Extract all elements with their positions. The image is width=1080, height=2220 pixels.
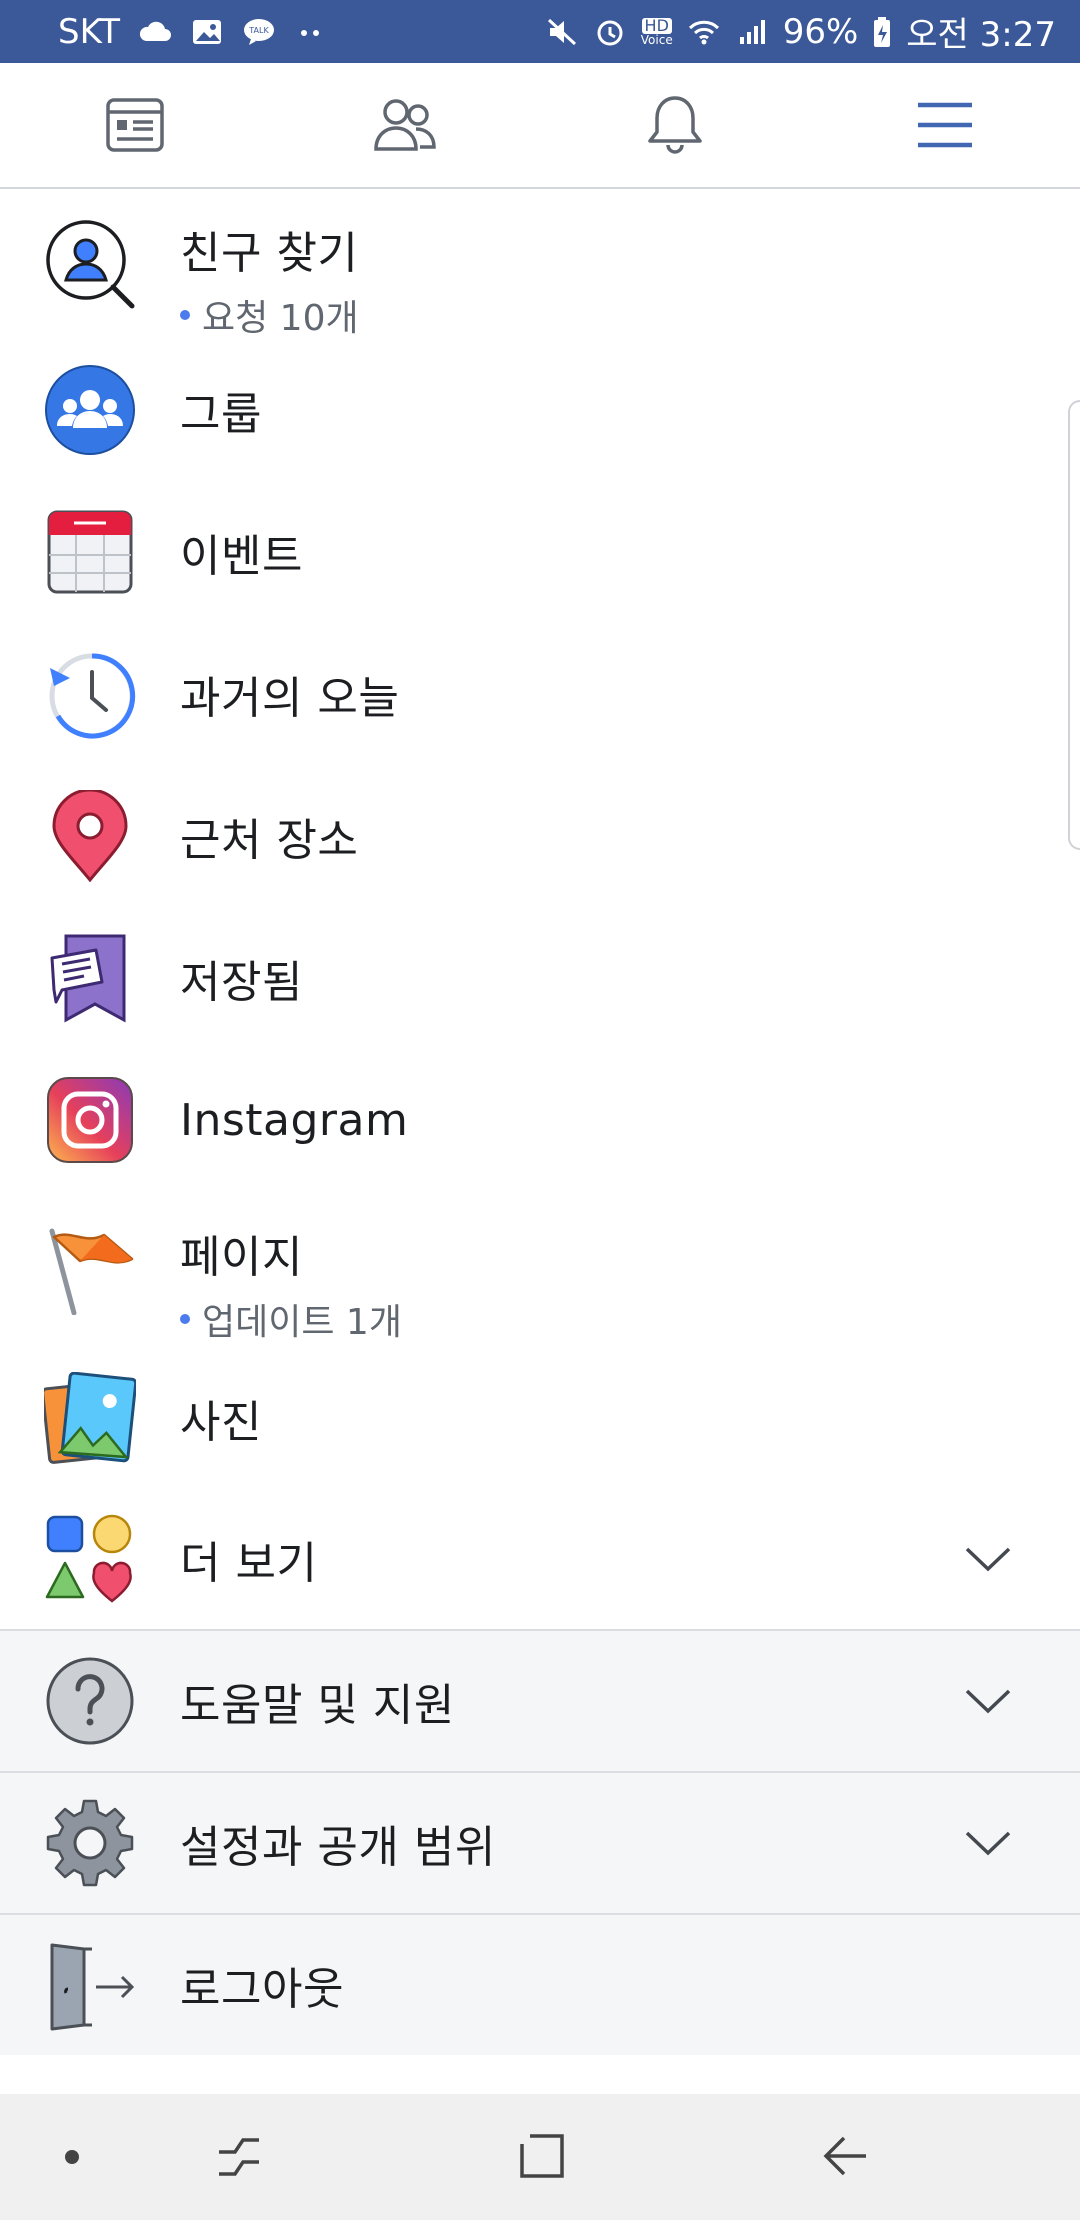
menu-section-settings[interactable]: 설정과 공개 범위 — [0, 1771, 1080, 1913]
find-friends-icon — [46, 220, 135, 309]
chevron-down-icon[interactable] — [964, 1545, 1012, 1573]
menu-item-label: 사진 — [180, 1397, 262, 1448]
menu-item-label: 더 보기 — [180, 1538, 318, 1589]
logout-icon — [50, 1943, 135, 2031]
tab-menu[interactable] — [810, 63, 1080, 187]
menu-list: 친구 찾기 요청 10개 그룹 이벤트 과거의 오늘 근처 장소 저장됨 Ins… — [0, 189, 1080, 2055]
tab-news-feed[interactable] — [0, 63, 270, 187]
top-navigation — [0, 63, 1080, 189]
groups-icon — [45, 365, 135, 455]
tab-notifications[interactable] — [540, 63, 810, 187]
talk-icon: TALK — [244, 18, 275, 45]
menu-item-events[interactable]: 이벤트 — [0, 481, 1080, 623]
menu-item-label: 그룹 — [180, 389, 262, 440]
nearby-places-icon — [52, 790, 128, 882]
status-bar: SKT TALK HD Voice 96% 오전 3:27 — [0, 0, 1080, 63]
chevron-down-icon[interactable] — [964, 1687, 1012, 1715]
menu-item-subtext: 업데이트 1개 — [180, 1293, 402, 1345]
menu-section-label: 도움말 및 지원 — [180, 1680, 455, 1731]
menu-item-label: 친구 찾기 — [180, 228, 359, 279]
menu-icon — [918, 102, 972, 148]
notification-dot — [180, 310, 190, 320]
menu-section-label: 로그아웃 — [180, 1964, 344, 2015]
saved-icon — [50, 934, 126, 1023]
signal-icon — [739, 19, 765, 44]
svg-text:TALK: TALK — [248, 26, 269, 35]
menu-item-nearby-places[interactable]: 근처 장소 — [0, 765, 1080, 907]
menu-item-pages[interactable]: 페이지 업데이트 1개 — [0, 1191, 1080, 1347]
more-dots-icon — [301, 29, 320, 36]
menu-item-find-friends[interactable]: 친구 찾기 요청 10개 — [0, 189, 1080, 339]
see-more-icon — [45, 1514, 132, 1603]
home-dot-icon[interactable] — [62, 2147, 82, 2167]
battery-percent: 96% — [782, 11, 859, 52]
alarm-icon — [597, 20, 623, 45]
wifi-icon — [688, 20, 719, 44]
menu-item-see-more[interactable]: 더 보기 — [0, 1489, 1080, 1629]
menu-section-help[interactable]: 도움말 및 지원 — [0, 1629, 1080, 1771]
hd-voice-badge: HD Voice — [640, 15, 673, 47]
memories-icon — [49, 653, 136, 739]
mute-icon — [547, 18, 576, 45]
menu-item-label: 근처 장소 — [180, 815, 359, 866]
menu-item-groups[interactable]: 그룹 — [0, 339, 1080, 481]
menu-item-label: 이벤트 — [180, 531, 303, 582]
system-navigation-bar — [0, 2094, 1080, 2220]
image-icon — [193, 19, 222, 44]
notification-dot — [180, 1314, 190, 1324]
instagram-icon — [47, 1077, 133, 1163]
events-icon — [47, 510, 133, 594]
menu-item-memories[interactable]: 과거의 오늘 — [0, 623, 1080, 765]
settings-icon — [46, 1799, 134, 1887]
clock: 오전 3:27 — [906, 15, 1056, 55]
photos-icon — [44, 1372, 136, 1464]
menu-item-label: Instagram — [180, 1094, 409, 1146]
friends-icon — [374, 99, 436, 151]
tab-friends[interactable] — [270, 63, 540, 187]
menu-section-label: 설정과 공개 범위 — [180, 1822, 496, 1873]
overview-icon[interactable] — [518, 2132, 566, 2180]
news-feed-icon — [106, 98, 164, 152]
menu-item-saved[interactable]: 저장됨 — [0, 907, 1080, 1049]
notifications-icon — [648, 96, 702, 154]
menu-item-label: 저장됨 — [180, 957, 303, 1008]
cloud-icon — [139, 21, 172, 41]
menu-item-label: 페이지 — [180, 1232, 303, 1283]
battery-icon — [874, 16, 891, 47]
menu-section-logout[interactable]: 로그아웃 — [0, 1913, 1080, 2055]
help-icon — [46, 1657, 134, 1745]
pages-icon — [49, 1228, 134, 1315]
carrier-label: SKT — [58, 11, 121, 52]
recents-icon[interactable] — [215, 2134, 263, 2180]
menu-item-label: 과거의 오늘 — [180, 673, 400, 724]
chevron-down-icon[interactable] — [964, 1829, 1012, 1857]
back-icon[interactable] — [822, 2132, 870, 2180]
menu-item-subtext: 요청 10개 — [180, 289, 359, 341]
menu-item-instagram[interactable]: Instagram — [0, 1049, 1080, 1191]
menu-item-photos[interactable]: 사진 — [0, 1347, 1080, 1489]
